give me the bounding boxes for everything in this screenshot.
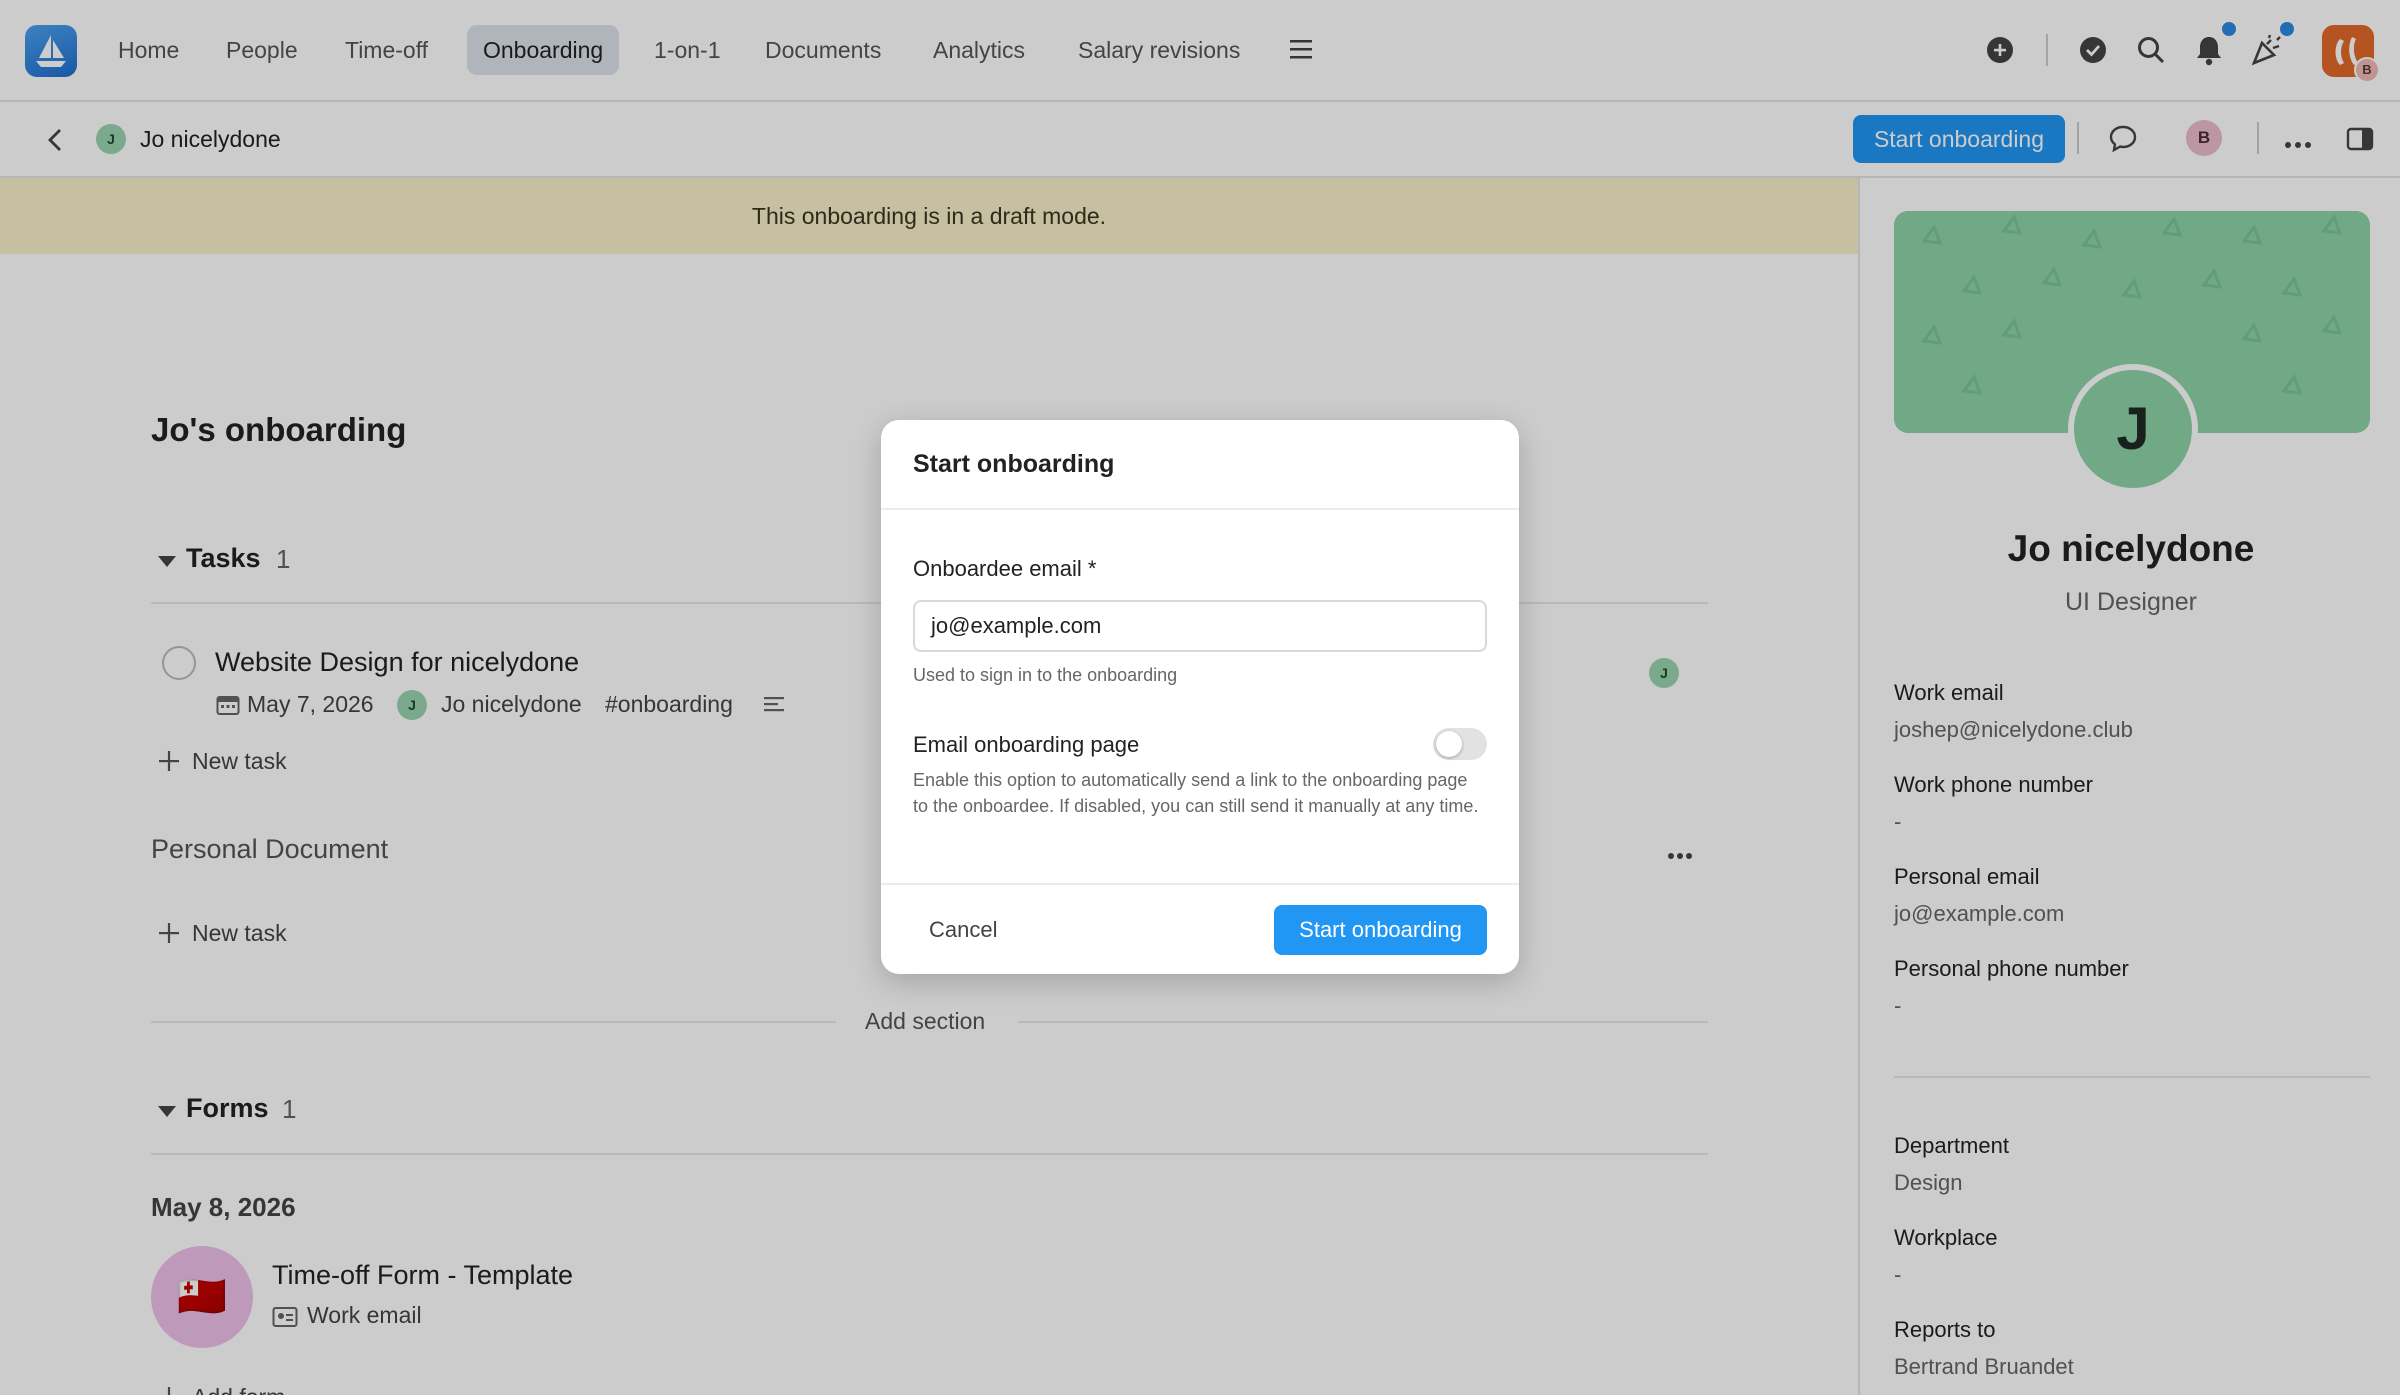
- divider: [881, 508, 1519, 510]
- toggle-knob: [1436, 731, 1462, 757]
- toggle-label: Email onboarding page: [913, 732, 1140, 757]
- toggle-hint: Enable this option to automatically send…: [913, 770, 1479, 816]
- email-field-label: Onboardee email *: [913, 556, 1097, 581]
- email-onboarding-toggle[interactable]: [1433, 728, 1487, 760]
- start-onboarding-confirm-button[interactable]: Start onboarding: [1274, 905, 1487, 955]
- divider: [881, 883, 1519, 885]
- cancel-button[interactable]: Cancel: [929, 917, 997, 943]
- dialog-title: Start onboarding: [913, 450, 1115, 478]
- start-onboarding-dialog: Start onboarding Onboardee email * jo@ex…: [881, 420, 1519, 974]
- app-root: Home People Time-off Onboarding 1-on-1 D…: [0, 0, 2400, 1395]
- email-hint: Used to sign in to the onboarding: [913, 665, 1178, 685]
- onboardee-email-input[interactable]: jo@example.com: [913, 600, 1487, 652]
